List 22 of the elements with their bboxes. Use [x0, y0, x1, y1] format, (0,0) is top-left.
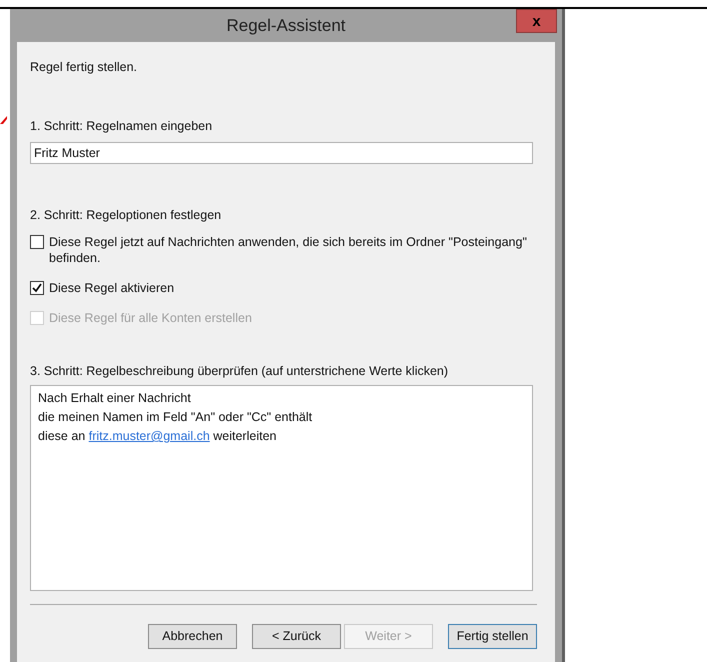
description-text: Nach Erhalt einer Nachricht: [38, 390, 191, 407]
step-label: 2. Schritt: Regeloptionen festlegen: [30, 206, 222, 224]
description-text: die meinen Namen im Feld "An" oder "Cc" enthält: [38, 409, 312, 426]
dialog-button[interactable]: Fertig stellen: [448, 624, 537, 649]
rule-name-field[interactable]: Fritz Muster: [30, 142, 533, 164]
description-text: weiterleiten: [212, 428, 276, 445]
heading-text: Regel fertig stellen.: [30, 59, 138, 76]
dialog-button[interactable]: < Zurück: [252, 624, 341, 649]
dialog-button[interactable]: Abbrechen: [148, 624, 237, 649]
checkbox-label: Diese Regel aktivieren: [49, 280, 176, 296]
step-label: 1. Schritt: Regelnamen eingeben: [30, 118, 214, 135]
step-label: 3. Schritt: Regelbeschreibung überprüfen (auf unterstrichene Werte klicken): [30, 363, 450, 380]
checkbox[interactable]: [30, 281, 44, 296]
checkmark-icon: [32, 283, 42, 294]
window-title: Regel-Assistent: [226, 14, 346, 37]
close-button[interactable]: x: [516, 9, 557, 33]
checkbox-label: Diese Regel für alle Konten erstellen: [49, 310, 253, 326]
checkbox-label: Diese Regel jetzt auf Nachrichten anwenden, die sich bereits im Ordner "Posteingang" befinden.: [49, 234, 528, 266]
description-text: diese an: [38, 428, 86, 445]
arrow-tip-icon: [0, 116, 7, 124]
email-link[interactable]: fritz.muster@gmail.ch: [88, 427, 210, 446]
checkbox[interactable]: [30, 235, 44, 250]
